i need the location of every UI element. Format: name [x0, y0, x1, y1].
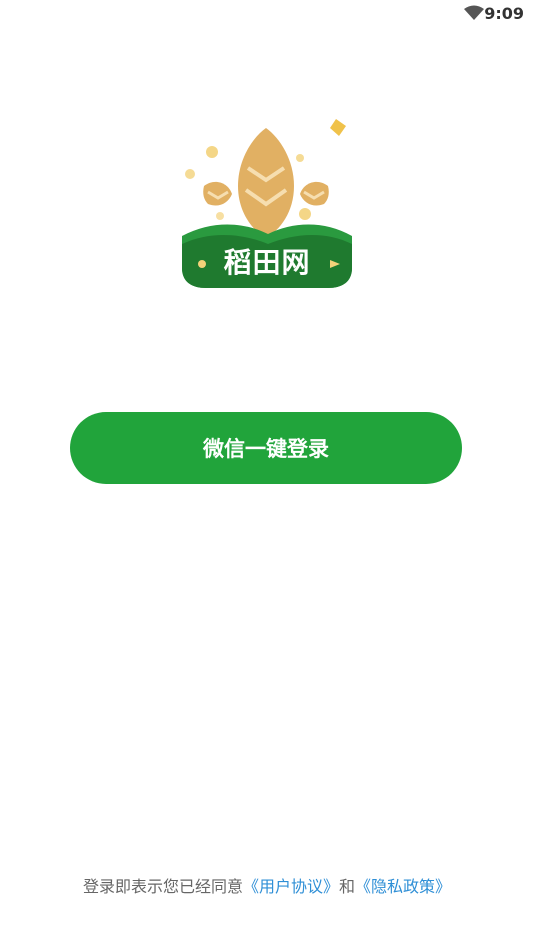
privacy-policy-link[interactable]: 《隐私政策》 — [355, 877, 451, 896]
agreement-and: 和 — [339, 877, 356, 896]
login-agreement: 登录即表示您已经同意《用户协议》和《隐私政策》 — [0, 875, 534, 899]
logo-text: 稻田网 — [223, 246, 311, 279]
wifi-icon — [464, 5, 484, 20]
status-bar: 9:09 — [0, 0, 534, 30]
agreement-prefix: 登录即表示您已经同意 — [82, 877, 243, 896]
wechat-one-click-login-button[interactable]: 微信一键登录 — [70, 412, 462, 484]
user-agreement-link[interactable]: 《用户协议》 — [243, 877, 339, 896]
app-logo: 稻田网 — [176, 116, 358, 292]
status-time: 9:09 — [484, 4, 524, 23]
